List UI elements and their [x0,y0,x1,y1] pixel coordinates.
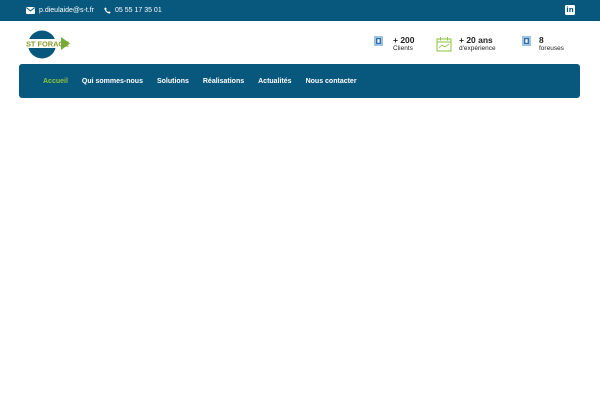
nav-item-realisations[interactable]: Réalisations [203,78,244,85]
clients-icon [374,36,383,46]
logo-text: ST FORAGE [26,40,69,49]
site-logo[interactable]: ST FORAGE [25,30,70,59]
drill-icon [522,36,531,46]
nav-item-solutions[interactable]: Solutions [157,78,189,85]
nav-item-qui-sommes-nous[interactable]: Qui sommes-nous [82,78,143,85]
phone-icon [104,7,111,14]
nav-item-nous-contacter[interactable]: Nous contacter [306,78,357,85]
email-text: p.dieulaide@s-t.fr [39,7,94,14]
email-link[interactable]: p.dieulaide@s-t.fr [26,0,94,21]
experience-icon [436,37,452,52]
stat-label: Clients [393,45,413,52]
nav-item-accueil[interactable]: Accueil [43,78,68,85]
main-nav: Accueil Qui sommes-nous Solutions Réalis… [19,64,580,98]
linkedin-icon[interactable]: in [565,5,575,15]
stat-number: 8 [539,35,544,45]
stat-label: d'expérience [459,45,496,52]
stat-number: + 200 [393,35,415,45]
envelope-icon [26,7,35,14]
stat-label: foreuses [539,45,564,52]
top-bar: p.dieulaide@s-t.fr 05 55 17 35 01 in [0,0,600,21]
phone-link[interactable]: 05 55 17 35 01 [104,0,162,21]
stat-number: + 20 ans [459,35,493,45]
phone-text: 05 55 17 35 01 [115,7,162,14]
nav-item-actualites[interactable]: Actualités [258,78,291,85]
